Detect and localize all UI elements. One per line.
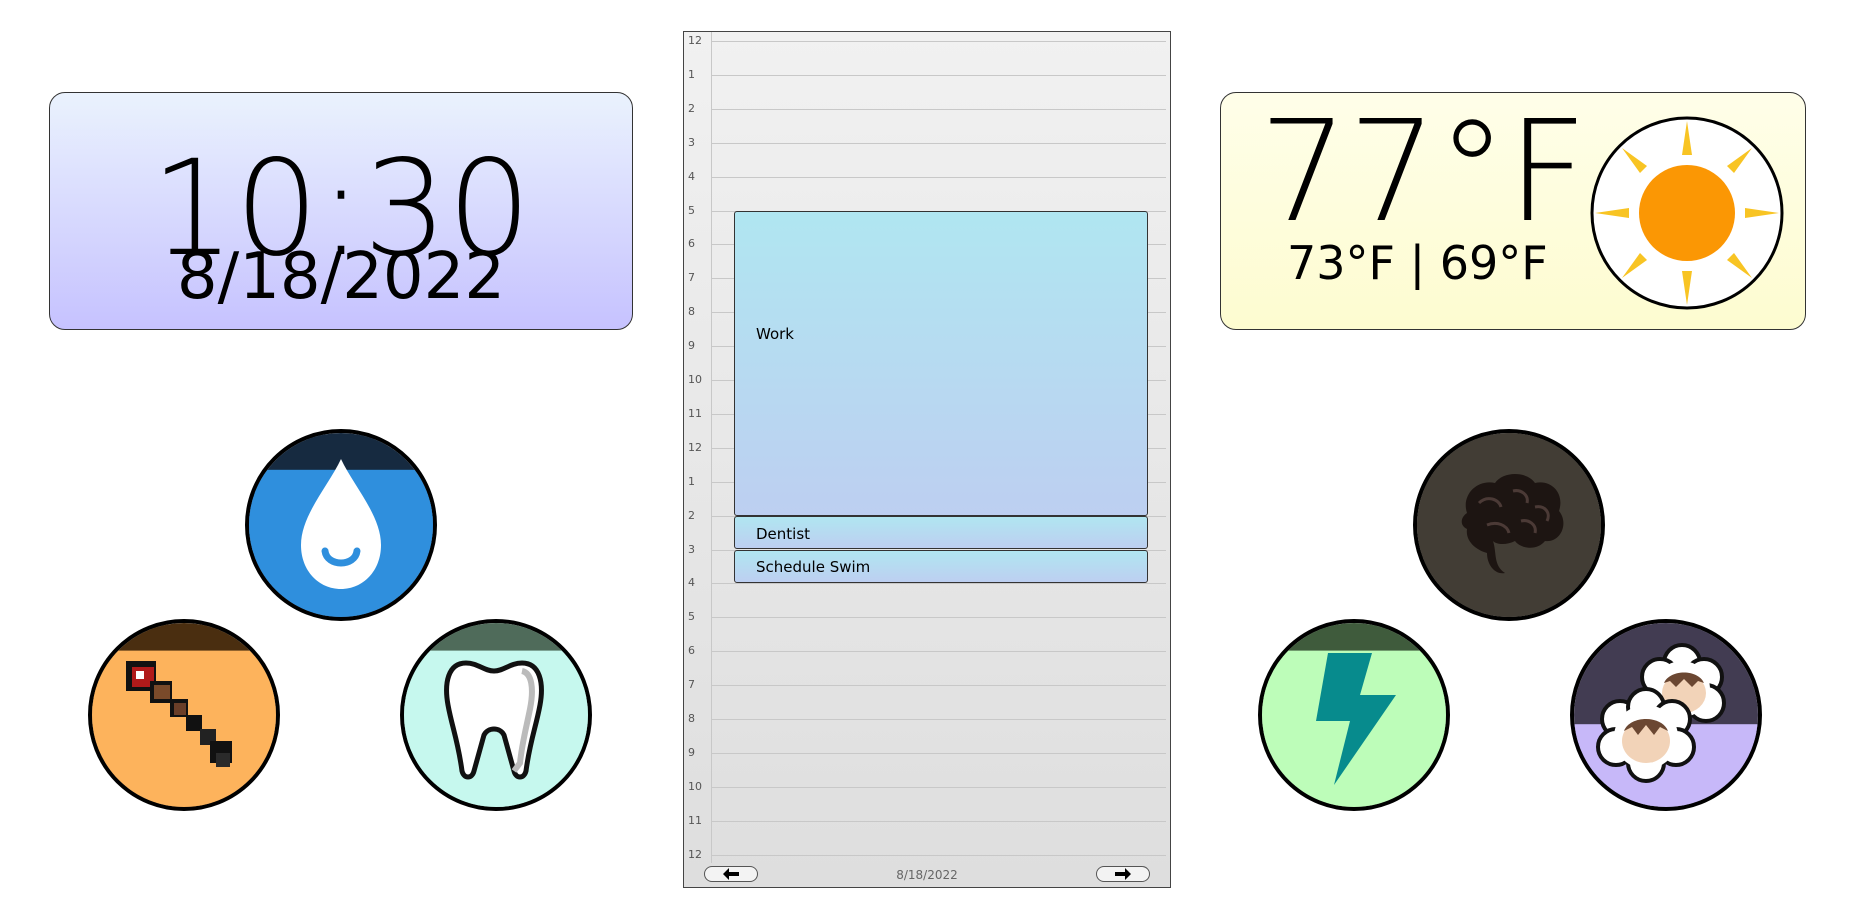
hour-gridline [712,142,1166,144]
hour-row: 6 [684,642,1170,676]
hour-gridline [712,583,1166,585]
food-need-graphic [92,623,276,807]
hour-row: 11 [684,812,1170,846]
hour-label: 1 [688,474,695,488]
hour-row: 3 [684,134,1170,168]
hour-row: 4 [684,168,1170,202]
hour-label: 1 [688,67,695,81]
energy-need-indicator[interactable] [1258,619,1450,811]
hour-label: 4 [688,576,695,590]
hour-row: 9 [684,744,1170,778]
hour-row: 12 [684,32,1170,66]
hour-gridline [712,74,1166,76]
hour-label: 4 [688,169,695,183]
hour-gridline [712,719,1166,720]
hygiene-need-graphic [404,623,588,807]
hour-label: 11 [688,813,702,827]
hour-gridline [712,786,1166,788]
calendar-event[interactable]: Dentist [734,515,1148,550]
hygiene-need-indicator[interactable] [400,619,592,811]
clock-panel: 10:30 8/18/2022 [49,92,633,330]
calendar-event[interactable]: Work [734,210,1148,516]
mind-need-indicator[interactable] [1413,429,1605,621]
hour-gridline [712,108,1166,110]
social-need-graphic [1574,623,1758,807]
hour-row: 8 [684,710,1170,744]
hour-row: 5 [684,608,1170,642]
hour-label: 12 [688,440,702,454]
temperature-range: 73°F | 69°F [1287,236,1548,290]
current-temperature: 77°F [1259,91,1588,254]
hour-label: 11 [688,406,702,420]
hour-gridline [712,176,1166,178]
calendar-event-title: Work [756,324,794,343]
hour-label: 3 [688,542,695,556]
hour-gridline [712,820,1166,822]
next-day-button[interactable] [1096,866,1150,882]
hour-gridline [712,41,1166,42]
mind-need-graphic [1417,433,1601,617]
water-need-graphic [249,433,433,617]
hour-label: 8 [688,712,695,725]
hour-label: 6 [688,644,695,658]
hour-label: 7 [688,271,695,285]
hour-row: 1 [684,66,1170,100]
calendar-event-title: Dentist [756,524,811,543]
food-level-fill [92,650,276,807]
social-need-indicator[interactable] [1570,619,1762,811]
hour-label: 7 [688,678,695,692]
hour-row: 2 [684,100,1170,134]
day-calendar[interactable]: 12 1 2 3 4 5 6 7 8 9 10 11 12 1 2 3 4 5 6 7 8 9 10 11 12 Work Den… [683,31,1171,888]
hour-row: 10 [684,778,1170,812]
hour-label: 5 [688,610,695,624]
hour-label: 12 [688,847,702,861]
energy-need-graphic [1262,623,1446,807]
hour-gridline [712,617,1166,619]
food-need-indicator[interactable] [88,619,280,811]
hour-label: 10 [688,373,702,386]
hour-label: 5 [688,203,695,217]
hour-gridline [712,854,1166,856]
sun-icon [1590,116,1784,310]
water-need-indicator[interactable] [245,429,437,621]
hour-gridline [712,685,1166,687]
hour-gridline [712,752,1166,754]
hour-label: 8 [688,305,695,319]
hour-label: 2 [688,508,695,522]
hour-label: 10 [688,779,702,793]
hour-label: 2 [688,101,695,115]
hour-label: 9 [688,745,695,759]
calendar-event[interactable]: Schedule Swim [734,549,1148,584]
hour-row: 7 [684,676,1170,710]
hour-label: 3 [688,135,695,149]
hour-label: 6 [688,237,695,251]
arrow-right-icon [1115,868,1131,880]
clock-date: 8/18/2022 [176,240,506,314]
hour-gridline [712,651,1166,653]
weather-panel: 77°F 73°F | 69°F [1220,92,1806,330]
hour-label: 9 [688,339,695,353]
calendar-event-title: Schedule Swim [756,558,871,577]
hour-label: 12 [688,34,702,47]
